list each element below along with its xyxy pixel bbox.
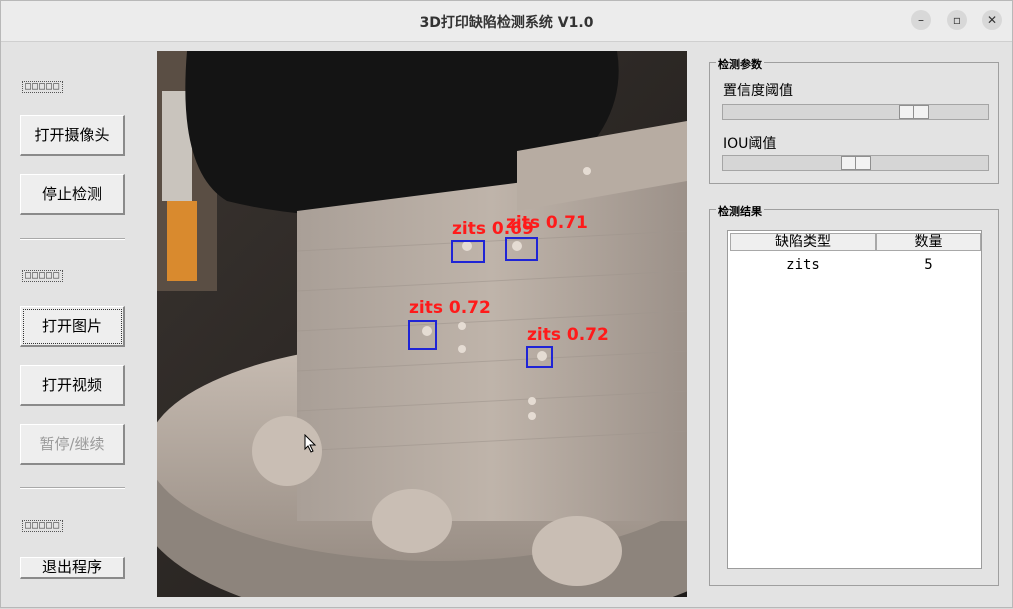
open-camera-button[interactable]: 打开摄像头 [20, 115, 125, 156]
section-marker-1: □□□□□ [22, 81, 64, 93]
detection-box-2 [505, 237, 538, 261]
pause-resume-button[interactable]: 暂停/继续 [20, 424, 125, 465]
detection-label-4: zits 0.72 [527, 325, 609, 345]
iou-slider-handle[interactable] [841, 156, 871, 170]
results-group-title: 检测结果 [716, 203, 764, 219]
title-bar: 3D打印缺陷检测系统 V1.0 – ▫ ✕ [1, 1, 1012, 42]
confidence-label: 置信度阈值 [723, 83, 793, 99]
confidence-slider-handle[interactable] [899, 105, 929, 119]
open-video-button[interactable]: 打开视频 [20, 365, 125, 406]
results-table[interactable]: 缺陷类型 数量 zits 5 [727, 230, 982, 569]
iou-slider[interactable] [722, 155, 989, 171]
detection-box-1 [451, 240, 485, 263]
close-button[interactable]: ✕ [982, 10, 1002, 30]
table-cell-count: 5 [924, 257, 933, 273]
params-groupbox: 检测参数 置信度阈值 IOU阈值 [709, 56, 999, 184]
window-title: 3D打印缺陷检测系统 V1.0 [419, 15, 594, 31]
stop-detect-button[interactable]: 停止检测 [20, 174, 125, 215]
exit-button[interactable]: 退出程序 [20, 557, 125, 579]
sidebar-divider-1 [20, 238, 125, 240]
detection-label-3: zits 0.72 [409, 298, 491, 318]
table-cell-defect-type: zits [786, 257, 820, 273]
sidebar-divider-2 [20, 487, 125, 489]
minimize-button[interactable]: – [911, 10, 931, 30]
open-image-button[interactable]: 打开图片 [20, 306, 125, 347]
mouse-cursor-icon [304, 434, 317, 453]
detection-box-3 [408, 320, 437, 350]
column-header-count[interactable]: 数量 [876, 233, 981, 251]
image-viewer: zits 0.69 zits 0.71 zits 0.72 zits 0.72 [157, 51, 687, 597]
params-group-title: 检测参数 [716, 56, 764, 72]
confidence-slider[interactable] [722, 104, 989, 120]
maximize-button[interactable]: ▫ [947, 10, 967, 30]
section-marker-3: □□□□□ [22, 520, 64, 532]
detection-label-2: zits 0.71 [506, 213, 588, 233]
section-marker-2: □□□□□ [22, 270, 64, 282]
app-window: 3D打印缺陷检测系统 V1.0 – ▫ ✕ □□□□□ 打开摄像头 停止检测 □… [0, 0, 1013, 608]
sidebar: □□□□□ 打开摄像头 停止检测 □□□□□ 打开图片 打开视频 暂停/继续 □… [1, 41, 151, 609]
detection-box-4 [526, 346, 553, 368]
iou-label: IOU阈值 [723, 136, 777, 152]
column-header-defect-type[interactable]: 缺陷类型 [730, 233, 876, 251]
